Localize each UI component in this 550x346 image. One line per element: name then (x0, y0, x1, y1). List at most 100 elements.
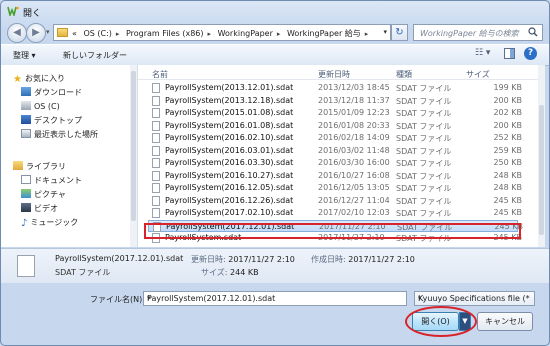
file-date: 2016/02/18 14:09 (318, 133, 390, 142)
file-name: PayrollSystem(2016.03.01).sdat (165, 145, 294, 155)
file-name: PayrollSystem(2016.01.08).sdat (165, 120, 294, 130)
nav-item-os-drive[interactable]: OS (C) (21, 101, 60, 111)
title-bar: 開く (1, 1, 549, 21)
recent-locations-dropdown[interactable]: ▾ (46, 28, 50, 36)
details-modified-label: 更新日時: (191, 255, 226, 264)
table-row[interactable]: PayrollSystem(2016.03.01).sdat 2016/03/02… (148, 145, 522, 157)
address-dropdown-icon[interactable]: ▾ (383, 28, 387, 36)
table-row[interactable]: PayrollSystem(2016.03.30).sdat 2016/03/30… (148, 157, 522, 169)
nav-item-documents[interactable]: ドキュメント (21, 175, 82, 186)
search-placeholder: WorkingPaper 給与の検索 (420, 29, 519, 38)
file-icon (152, 108, 160, 118)
details-pane: PayrollSystem(2017.12.01).sdat SDAT ファイル… (1, 248, 549, 283)
table-row[interactable]: PayrollSystem(2016.12.26).sdat 2016/12/27… (148, 195, 522, 207)
file-icon (152, 170, 160, 181)
table-row[interactable]: PayrollSystem(2015.01.08).sdat 2015/01/09… (148, 107, 522, 119)
back-button[interactable]: ◀ (7, 23, 27, 43)
chevron-down-icon[interactable]: ▾ (147, 294, 404, 302)
table-row[interactable]: PayrollSystem(2016.10.27).sdat 2016/10/27… (148, 170, 522, 182)
nav-item-desktop[interactable]: デスクトップ (21, 115, 82, 126)
filename-input[interactable]: PayrollSystem(2017.12.01).sdat ▾ (143, 291, 407, 306)
details-modified: 更新日時: 2017/11/27 2:10 (191, 254, 295, 265)
nav-item-downloads[interactable]: ダウンロード (21, 87, 82, 98)
file-date: 2013/12/18 11:37 (318, 95, 390, 105)
filetype-select[interactable]: Kyuuyo Specifications file (* ▾ (414, 291, 535, 306)
file-name: PayrollSystem(2016.12.26).sdat (165, 195, 294, 205)
details-created-label: 作成日時: (311, 255, 346, 264)
file-date: 2016/03/02 11:48 (318, 145, 390, 155)
open-dialog: 開く ◀ ▶ ▾ « OS (C:) ▸ Program Files (x86) ▸… (0, 0, 550, 346)
nav-item-pictures[interactable]: ピクチャ (21, 189, 66, 200)
breadcrumb-item[interactable]: WorkingPaper 給与 (287, 29, 361, 38)
videos-icon (21, 203, 31, 212)
file-type: SDAT ファイル (396, 84, 452, 93)
table-row[interactable]: PayrollSystem(2016.02.10).sdat 2016/02/18… (148, 132, 522, 144)
organize-button[interactable]: 整理 ▾ (13, 50, 36, 61)
star-icon: ★ (13, 74, 22, 85)
nav-scrollbar[interactable] (130, 65, 137, 247)
breadcrumb-item[interactable]: OS (C:) (83, 29, 111, 38)
file-size: 199 KB (493, 83, 522, 92)
file-icon (152, 133, 160, 143)
address-bar[interactable]: « OS (C:) ▸ Program Files (x86) ▸ WorkingP… (53, 24, 391, 41)
nav-item-videos[interactable]: ビデオ (21, 203, 58, 214)
forward-button[interactable]: ▶ (26, 23, 46, 43)
file-size: 245 KB (493, 195, 522, 205)
breadcrumb-overflow[interactable]: « (72, 29, 77, 38)
preview-pane-icon[interactable] (504, 48, 515, 59)
navigation-pane: ★ お気に入り ダウンロード OS (C) デスクトップ 最近表示した場所 ライブ… (1, 65, 138, 247)
refresh-button[interactable]: ↻ (391, 24, 408, 41)
file-icon (152, 183, 160, 193)
library-icon (13, 161, 23, 170)
breadcrumb-separator-icon[interactable]: ▸ (208, 30, 212, 38)
list-scrollbar[interactable] (538, 65, 545, 247)
table-row[interactable]: PayrollSystem(2017.02.10).sdat 2017/02/10… (148, 207, 522, 219)
search-input[interactable]: WorkingPaper 給与の検索 (413, 24, 543, 41)
table-row[interactable]: PayrollSystem(2013.12.18).sdat 2013/12/18… (148, 95, 522, 107)
file-size: 250 KB (493, 158, 522, 167)
file-date: 2016/10/27 16:08 (318, 170, 390, 180)
folder-icon (57, 28, 68, 37)
file-icon (152, 208, 160, 218)
details-created: 作成日時: 2017/11/27 2:10 (311, 254, 415, 265)
file-type: SDAT ファイル (396, 196, 452, 206)
nav-item-music[interactable]: ♪ ミュージック (21, 217, 78, 229)
file-icon (152, 95, 160, 106)
file-name: PayrollSystem(2017.02.10).sdat (165, 208, 294, 217)
help-icon[interactable]: ? (524, 47, 537, 60)
breadcrumb-item[interactable]: Program Files (x86) (126, 29, 204, 38)
nav-item-recent[interactable]: 最近表示した場所 (21, 129, 98, 140)
nav-favorites[interactable]: ★ お気に入り (13, 73, 65, 85)
file-icon (152, 83, 160, 93)
pictures-icon (21, 189, 31, 198)
file-date: 2015/01/09 12:23 (318, 108, 390, 117)
search-icon[interactable] (528, 27, 538, 37)
list-scroll-thumb[interactable] (539, 105, 544, 235)
breadcrumb-separator-icon[interactable]: ▸ (365, 30, 369, 38)
file-date: 2016/03/30 16:00 (318, 158, 390, 167)
breadcrumb-separator-icon[interactable]: ▸ (277, 30, 281, 38)
table-row[interactable]: PayrollSystem(2016.12.05).sdat 2016/12/05… (148, 182, 522, 194)
table-row[interactable]: PayrollSystem(2016.01.08).sdat 2016/01/08… (148, 120, 522, 132)
new-folder-button[interactable]: 新しいフォルダー (63, 50, 127, 61)
breadcrumb-item[interactable]: WorkingPaper (218, 29, 273, 38)
view-options-icon[interactable]: ☷ ▾ (475, 48, 497, 61)
file-type: SDAT ファイル (396, 121, 452, 131)
window-title: 開く (23, 9, 42, 19)
file-name: PayrollSystem(2013.12.18).sdat (165, 95, 294, 105)
documents-icon (21, 175, 31, 184)
nav-scroll-thumb[interactable] (131, 71, 136, 221)
nav-libraries[interactable]: ライブラリ (13, 161, 66, 172)
cancel-button[interactable]: キャンセル (477, 312, 533, 331)
file-icon (152, 158, 160, 168)
file-size: 200 KB (493, 120, 522, 130)
file-date: 2013/12/03 18:45 (318, 83, 390, 92)
desktop-icon (21, 115, 31, 124)
table-row[interactable]: PayrollSystem(2013.12.01).sdat 2013/12/03… (148, 82, 522, 94)
file-icon (152, 145, 160, 156)
breadcrumb-separator-icon[interactable]: ▸ (116, 30, 120, 38)
header-divider (138, 79, 538, 80)
details-created-value: 2017/11/27 2:10 (348, 255, 415, 264)
recent-places-icon (21, 129, 31, 138)
chevron-down-icon[interactable]: ▾ (418, 294, 531, 302)
